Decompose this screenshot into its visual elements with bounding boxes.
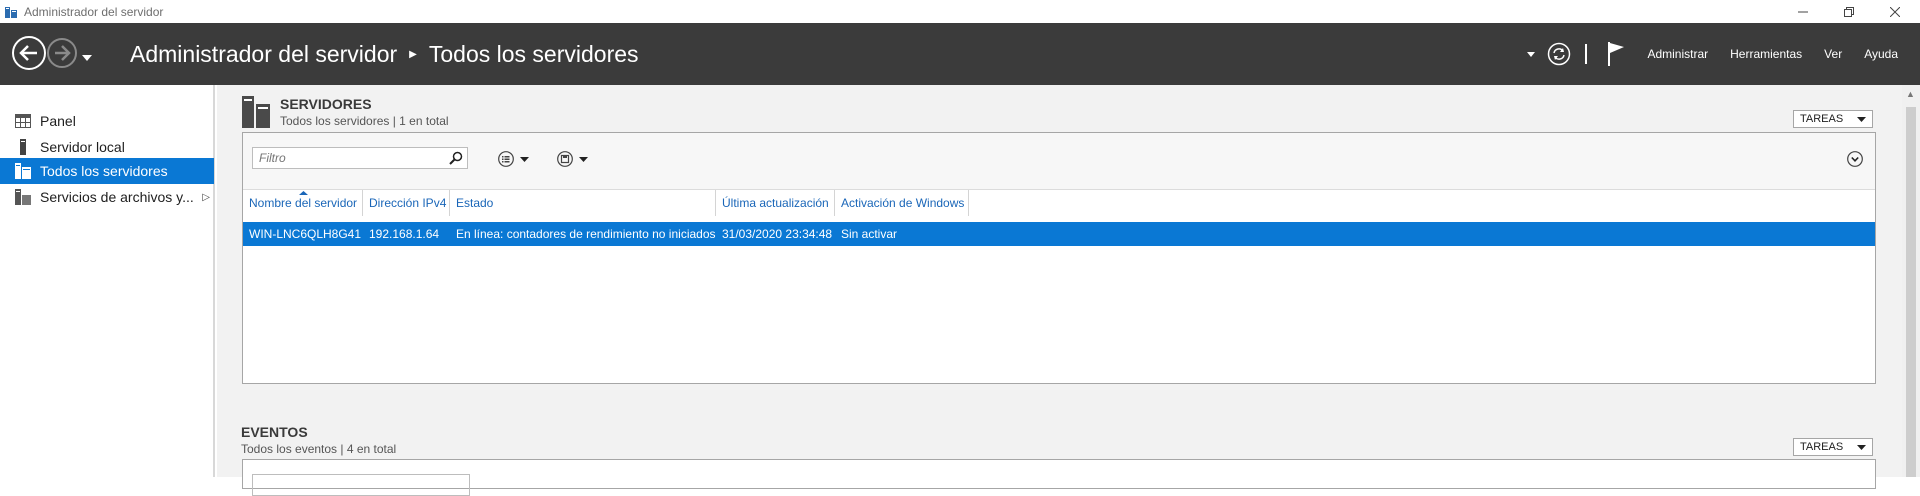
caret-down-icon [1857,444,1866,450]
sidebar-item-label: Servidor local [40,139,125,155]
sidebar-item-servidor-local[interactable]: Servidor local [0,134,214,160]
file-services-icon [15,189,31,205]
close-icon [1890,6,1900,17]
cell-status: En línea: contadores de rendimiento no i… [456,227,716,241]
restore-icon [1844,6,1854,17]
refresh-dropdown[interactable] [1527,51,1536,57]
collapse-toolbar-button[interactable] [1847,151,1863,170]
servers-section-title: SERVIDORES [280,96,372,112]
caret-down-icon [520,156,529,162]
servers-tasks-button[interactable]: TAREAS [1793,110,1873,128]
tasks-label: TAREAS [1800,113,1844,125]
table-row[interactable]: WIN-LNC6QLH8G41 192.168.1.64 En línea: c… [243,222,1875,246]
column-label: Estado [456,196,494,210]
title-bar: Administrador del servidor [0,0,1920,23]
events-panel [242,459,1876,496]
back-button[interactable] [12,36,46,70]
window-title: Administrador del servidor [24,4,164,19]
column-label: Última actualización [722,196,829,210]
list-options-icon [498,151,514,167]
scroll-up-icon[interactable]: ▲ [1906,89,1915,99]
caret-down-icon [1527,51,1536,57]
servers-icon [15,163,31,179]
menu-ver[interactable]: Ver [1824,47,1842,61]
back-arrow-icon [19,45,37,61]
expand-arrow-icon[interactable]: ▷ [202,192,210,203]
notifications-button[interactable] [1607,41,1625,67]
column-label: Nombre del servidor [249,196,358,210]
sidebar-item-label: Servicios de archivos y... [40,189,194,205]
menu-herramientas[interactable]: Herramientas [1730,47,1802,61]
minimize-icon [1798,11,1808,12]
search-icon[interactable] [449,151,463,165]
server-icon [15,139,31,155]
chevron-down-circle-icon [1847,151,1863,167]
breadcrumb: Administrador del servidor ▶ Todos los s… [130,23,639,85]
events-tasks-button[interactable]: TAREAS [1793,438,1873,456]
refresh-icon [1548,42,1571,66]
view-options-button[interactable] [498,151,529,167]
cell-activation: Sin activar [841,227,898,241]
menu-administrar[interactable]: Administrar [1647,47,1708,61]
cell-last-update: 31/03/2020 23:34:48 [722,227,833,241]
column-label: Dirección IPv4 [369,196,447,210]
cell-ipv4: 192.168.1.64 [369,227,440,241]
history-dropdown[interactable] [82,50,92,64]
caret-down-icon [82,55,92,61]
sidebar-item-label: Todos los servidores [40,163,168,179]
column-header-ipv4[interactable]: Dirección IPv4 [363,190,450,216]
servers-section-icon [242,96,270,128]
sidebar-item-servicios-de-archivos[interactable]: Servicios de archivos y... ▷ [0,184,214,210]
minimize-button[interactable] [1780,0,1826,23]
servers-section-subtitle: Todos los servidores | 1 en total [280,114,449,128]
column-header-nombre[interactable]: Nombre del servidor [243,190,363,216]
close-button[interactable] [1872,0,1918,23]
caret-down-icon [1857,116,1866,122]
caret-down-icon [579,156,588,162]
tasks-label: TAREAS [1800,441,1844,453]
restore-button[interactable] [1826,0,1872,23]
header-divider [1585,44,1588,64]
header-bar: Administrador del servidor ▶ Todos los s… [0,23,1920,85]
flag-icon [1608,42,1625,66]
forward-arrow-icon [55,45,71,61]
header-actions: Administrar Herramientas Ver Ayuda [1527,23,1920,85]
events-filter-box[interactable] [252,474,470,496]
menu-ayuda[interactable]: Ayuda [1864,47,1898,61]
servers-grid-header: Nombre del servidor Dirección IPv4 Estad… [243,190,1875,216]
sort-ascending-icon [299,191,308,195]
save-icon [557,151,573,167]
filter-box[interactable] [252,147,468,169]
forward-button[interactable] [47,38,77,68]
filter-input[interactable] [257,148,441,168]
sidebar-item-label: Panel [40,113,76,129]
cell-server-name: WIN-LNC6QLH8G41 [249,227,362,241]
dashboard-icon [15,113,31,129]
column-header-activacion[interactable]: Activación de Windows [835,190,969,216]
column-header-estado[interactable]: Estado [450,190,716,216]
sidebar-item-panel[interactable]: Panel [0,108,214,134]
breadcrumb-current: Todos los servidores [428,40,639,67]
server-manager-icon [5,6,17,18]
breadcrumb-separator-icon: ▶ [409,48,417,60]
scrollbar-thumb[interactable] [1906,107,1916,477]
servers-panel: Nombre del servidor Dirección IPv4 Estad… [242,132,1876,384]
column-header-ultima-actualizacion[interactable]: Última actualización [716,190,835,216]
vertical-scrollbar[interactable]: ▲ [1902,85,1920,477]
refresh-button[interactable] [1547,42,1571,66]
save-query-button[interactable] [557,151,588,167]
breadcrumb-root[interactable]: Administrador del servidor [130,41,397,68]
sidebar-item-todos-los-servidores[interactable]: Todos los servidores [0,158,214,184]
column-label: Activación de Windows [841,196,965,210]
events-section-subtitle: Todos los eventos | 4 en total [241,442,397,456]
sidebar: Panel Servidor local Todos los servidore… [0,85,215,477]
events-section-title: EVENTOS [241,424,308,440]
servers-toolbar [243,133,1875,190]
